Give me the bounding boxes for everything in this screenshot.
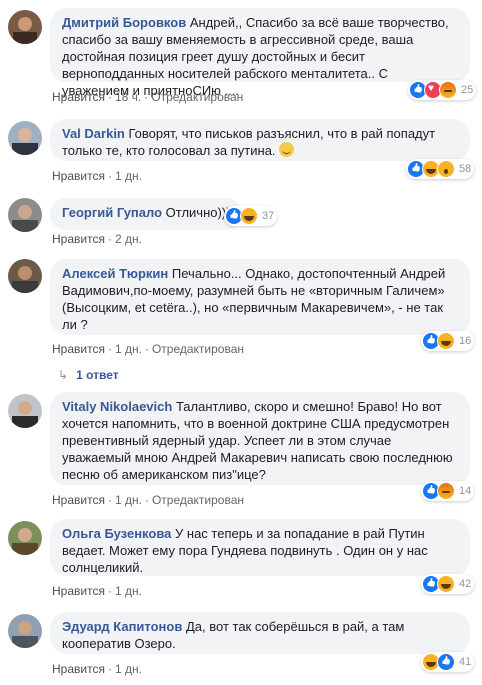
comment-author[interactable]: Алексей Тюркин xyxy=(62,266,168,281)
comment-actions: Нравится · 1 дн. xyxy=(52,584,142,598)
reply-arrow-icon: ↳ xyxy=(58,368,69,382)
angry-reaction-icon xyxy=(439,81,457,99)
comment-actions: Нравится · 1 дн. · Отредактирован xyxy=(52,342,244,356)
comment-actions: Нравится · 1 дн. xyxy=(52,662,142,676)
edited-label: Отредактирован xyxy=(151,90,244,104)
like-reaction-icon xyxy=(437,653,455,671)
reaction-summary[interactable]: 14 xyxy=(421,481,475,501)
comment-author[interactable]: Val Darkin xyxy=(62,126,125,141)
reaction-summary[interactable]: 58 xyxy=(406,159,475,179)
comment-author[interactable]: Эдуард Капитонов xyxy=(62,619,182,634)
haha-reaction-icon xyxy=(437,575,455,593)
reaction-count: 16 xyxy=(459,335,472,347)
comment-bubble: Val Darkin Говорят, что письков разъясни… xyxy=(50,119,470,161)
like-link[interactable]: Нравится xyxy=(52,232,105,246)
comment-author[interactable]: Vitaly Nikolaevich xyxy=(62,399,172,414)
reaction-count: 41 xyxy=(459,656,472,668)
comment-author[interactable]: Дмитрий Боровков xyxy=(62,15,186,30)
comment-actions: Нравится · 18 ч. · Отредактирован xyxy=(52,90,244,104)
like-link[interactable]: Нравится xyxy=(52,169,105,183)
like-link[interactable]: Нравится xyxy=(52,90,105,104)
comment-text: Отлично))) xyxy=(165,205,231,220)
comment-bubble: Георгий Гупало Отлично))) xyxy=(50,198,243,230)
avatar[interactable] xyxy=(8,394,42,428)
like-link[interactable]: Нравится xyxy=(52,342,105,356)
timestamp[interactable]: 1 дн. xyxy=(115,169,142,183)
comment-actions: Нравится · 1 дн. · Отредактирован xyxy=(52,493,244,507)
avatar[interactable] xyxy=(8,614,42,648)
angry-reaction-icon xyxy=(437,482,455,500)
reaction-summary[interactable]: 41 xyxy=(421,652,475,672)
comment-bubble: Алексей Тюркин Печально... Однако, досто… xyxy=(50,259,470,335)
timestamp[interactable]: 1 дн. xyxy=(115,493,142,507)
comment-bubble: Дмитрий Боровков Андрей,, Спасибо за всё… xyxy=(50,8,470,98)
reaction-count: 58 xyxy=(459,163,472,175)
comment-bubble: Ольга Бузенкова У нас теперь и за попада… xyxy=(50,519,470,576)
haha-reaction-icon xyxy=(240,207,258,225)
reaction-count: 37 xyxy=(262,210,275,222)
reaction-count: 25 xyxy=(461,84,474,96)
view-replies-link[interactable]: ↳ 1 ответ xyxy=(58,368,119,382)
comment-bubble: Эдуард Капитонов Да, вот так соберёшься … xyxy=(50,612,470,654)
edited-label: Отредактирован xyxy=(151,493,244,507)
avatar[interactable] xyxy=(8,259,42,293)
comment-author[interactable]: Ольга Бузенкова xyxy=(62,526,171,541)
comment-actions: Нравится · 2 дн. xyxy=(52,232,142,246)
reaction-summary[interactable]: 42 xyxy=(421,574,475,594)
reaction-count: 42 xyxy=(459,578,472,590)
haha-reaction-icon xyxy=(437,332,455,350)
edited-label: Отредактирован xyxy=(151,342,244,356)
avatar[interactable] xyxy=(8,10,42,44)
reaction-summary[interactable]: 37 xyxy=(224,206,278,226)
wow-reaction-icon xyxy=(437,160,455,178)
timestamp[interactable]: 1 дн. xyxy=(115,662,142,676)
timestamp[interactable]: 2 дн. xyxy=(115,232,142,246)
comment-bubble: Vitaly Nikolaevich Талантливо, скоро и с… xyxy=(50,392,470,485)
reaction-summary[interactable]: 25 xyxy=(408,80,477,100)
avatar[interactable] xyxy=(8,121,42,155)
like-link[interactable]: Нравится xyxy=(52,493,105,507)
reaction-count: 14 xyxy=(459,485,472,497)
timestamp[interactable]: 1 дн. xyxy=(115,342,142,356)
reaction-summary[interactable]: 16 xyxy=(421,331,475,351)
smile-emoji-icon xyxy=(279,142,295,157)
timestamp[interactable]: 1 дн. xyxy=(115,584,142,598)
comment-actions: Нравится · 1 дн. xyxy=(52,169,142,183)
comment-author[interactable]: Георгий Гупало xyxy=(62,205,162,220)
timestamp[interactable]: 18 ч. xyxy=(115,90,141,104)
like-link[interactable]: Нравится xyxy=(52,662,105,676)
avatar[interactable] xyxy=(8,521,42,555)
avatar[interactable] xyxy=(8,198,42,232)
like-link[interactable]: Нравится xyxy=(52,584,105,598)
